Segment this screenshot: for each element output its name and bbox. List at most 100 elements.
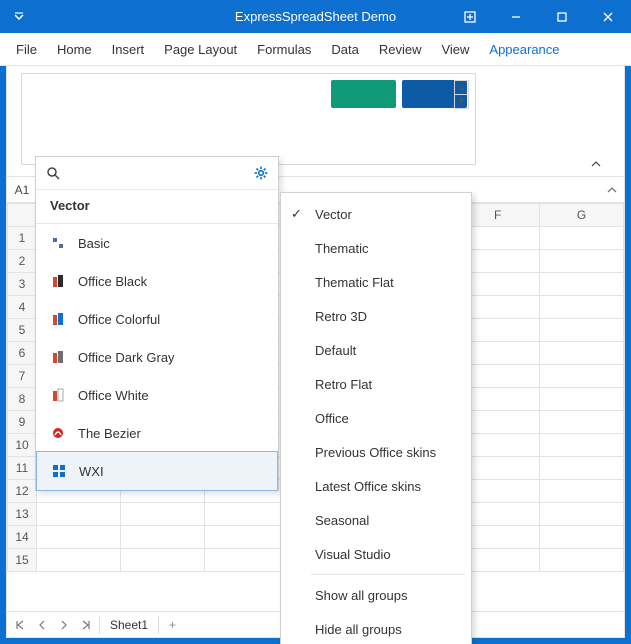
minimize-button[interactable] xyxy=(493,0,539,33)
cell[interactable] xyxy=(540,342,624,365)
tab-nav-last[interactable] xyxy=(77,616,95,634)
context-item-retro-3d[interactable]: Retro 3D xyxy=(281,299,471,333)
context-item-seasonal[interactable]: Seasonal xyxy=(281,503,471,537)
menu-item-insert[interactable]: Insert xyxy=(102,33,155,65)
close-button[interactable] xyxy=(585,0,631,33)
cell[interactable] xyxy=(540,457,624,480)
gallery-spin-up[interactable]: ▲ xyxy=(455,81,468,95)
gallery-spin-down[interactable]: ▼ xyxy=(455,95,468,108)
menu-item-formulas[interactable]: Formulas xyxy=(247,33,321,65)
row-header[interactable]: 7 xyxy=(8,365,37,388)
skin-group-header: Vector xyxy=(36,189,278,224)
gear-icon[interactable] xyxy=(254,166,268,180)
context-item-visual-studio[interactable]: Visual Studio xyxy=(281,537,471,571)
ribbon-skin-gallery[interactable]: ▲ ▼ xyxy=(21,73,476,165)
menu-item-home[interactable]: Home xyxy=(47,33,102,65)
row-header[interactable]: 1 xyxy=(8,227,37,250)
skin-item-office-white[interactable]: Office White xyxy=(36,376,278,414)
row-header[interactable]: 13 xyxy=(8,503,37,526)
name-box[interactable]: A1 xyxy=(7,177,38,202)
menu-item-file[interactable]: File xyxy=(6,33,47,65)
context-item-label: Visual Studio xyxy=(315,547,391,562)
cell[interactable] xyxy=(540,296,624,319)
row-header[interactable]: 11 xyxy=(8,457,37,480)
column-header[interactable]: G xyxy=(540,204,624,227)
sheet-tab[interactable]: Sheet1 xyxy=(99,616,159,634)
collapse-ribbon-icon[interactable] xyxy=(590,158,602,170)
cell[interactable] xyxy=(540,411,624,434)
context-item-thematic[interactable]: Thematic xyxy=(281,231,471,265)
gallery-spin[interactable]: ▲ ▼ xyxy=(454,80,469,109)
row-header[interactable]: 2 xyxy=(8,250,37,273)
cell[interactable] xyxy=(540,480,624,503)
context-item-latest-office-skins[interactable]: Latest Office skins xyxy=(281,469,471,503)
skin-item-office-dark-gray[interactable]: Office Dark Gray xyxy=(36,338,278,376)
row-header[interactable]: 6 xyxy=(8,342,37,365)
cell[interactable] xyxy=(37,526,121,549)
select-all-corner[interactable] xyxy=(8,204,37,227)
context-item-retro-flat[interactable]: Retro Flat xyxy=(281,367,471,401)
cell[interactable] xyxy=(540,250,624,273)
row-header[interactable]: 10 xyxy=(8,434,37,457)
context-item-vector[interactable]: ✓Vector xyxy=(281,197,471,231)
skin-item-basic[interactable]: Basic xyxy=(36,224,278,262)
cell[interactable] xyxy=(204,503,288,526)
context-item-office[interactable]: Office xyxy=(281,401,471,435)
cell[interactable] xyxy=(540,549,624,572)
row-header[interactable]: 5 xyxy=(8,319,37,342)
cell[interactable] xyxy=(540,503,624,526)
cell[interactable] xyxy=(540,388,624,411)
menu-item-review[interactable]: Review xyxy=(369,33,432,65)
cell[interactable] xyxy=(37,549,121,572)
swatch-teal[interactable] xyxy=(331,80,396,108)
cell[interactable] xyxy=(120,526,204,549)
tab-nav-first[interactable] xyxy=(11,616,29,634)
context-item-hide-all-groups[interactable]: Hide all groups xyxy=(281,612,471,644)
row-header[interactable]: 3 xyxy=(8,273,37,296)
context-item-label: Show all groups xyxy=(315,588,408,603)
skin-item-office-colorful[interactable]: Office Colorful xyxy=(36,300,278,338)
skin-item-office-black[interactable]: Office Black xyxy=(36,262,278,300)
context-item-label: Default xyxy=(315,343,356,358)
cell[interactable] xyxy=(120,503,204,526)
maximize-button[interactable] xyxy=(539,0,585,33)
search-icon[interactable] xyxy=(46,166,60,180)
tab-nav-next[interactable] xyxy=(55,616,73,634)
row-header[interactable]: 14 xyxy=(8,526,37,549)
row-header[interactable]: 8 xyxy=(8,388,37,411)
add-sheet-button[interactable]: + xyxy=(163,616,182,634)
context-item-label: Office xyxy=(315,411,349,426)
formula-expand-icon[interactable] xyxy=(606,184,618,196)
cell[interactable] xyxy=(540,319,624,342)
context-item-label: Latest Office skins xyxy=(315,479,421,494)
cell[interactable] xyxy=(540,273,624,296)
context-item-default[interactable]: Default xyxy=(281,333,471,367)
context-item-label: Vector xyxy=(315,207,352,222)
quick-access-customize[interactable] xyxy=(8,6,30,28)
main-menu: FileHomeInsertPage LayoutFormulasDataRev… xyxy=(0,33,631,66)
row-header[interactable]: 9 xyxy=(8,411,37,434)
menu-item-page-layout[interactable]: Page Layout xyxy=(154,33,247,65)
menu-item-view[interactable]: View xyxy=(431,33,479,65)
menu-item-data[interactable]: Data xyxy=(321,33,368,65)
row-header[interactable]: 4 xyxy=(8,296,37,319)
cell[interactable] xyxy=(204,526,288,549)
cell[interactable] xyxy=(540,434,624,457)
context-item-previous-office-skins[interactable]: Previous Office skins xyxy=(281,435,471,469)
cell[interactable] xyxy=(204,549,288,572)
cell[interactable] xyxy=(120,549,204,572)
context-item-show-all-groups[interactable]: Show all groups xyxy=(281,578,471,612)
tab-nav-prev[interactable] xyxy=(33,616,51,634)
skin-group-context-menu: ✓VectorThematicThematic FlatRetro 3D Defa… xyxy=(280,192,472,644)
cell[interactable] xyxy=(540,227,624,250)
row-header[interactable]: 15 xyxy=(8,549,37,572)
cell[interactable] xyxy=(540,365,624,388)
context-item-thematic-flat[interactable]: Thematic Flat xyxy=(281,265,471,299)
menu-item-appearance[interactable]: Appearance xyxy=(479,33,569,65)
restore-down-inner-button[interactable] xyxy=(447,0,493,33)
skin-item-the-bezier[interactable]: The Bezier xyxy=(36,414,278,452)
skin-item-wxi[interactable]: WXI xyxy=(36,451,278,491)
row-header[interactable]: 12 xyxy=(8,480,37,503)
cell[interactable] xyxy=(540,526,624,549)
cell[interactable] xyxy=(37,503,121,526)
